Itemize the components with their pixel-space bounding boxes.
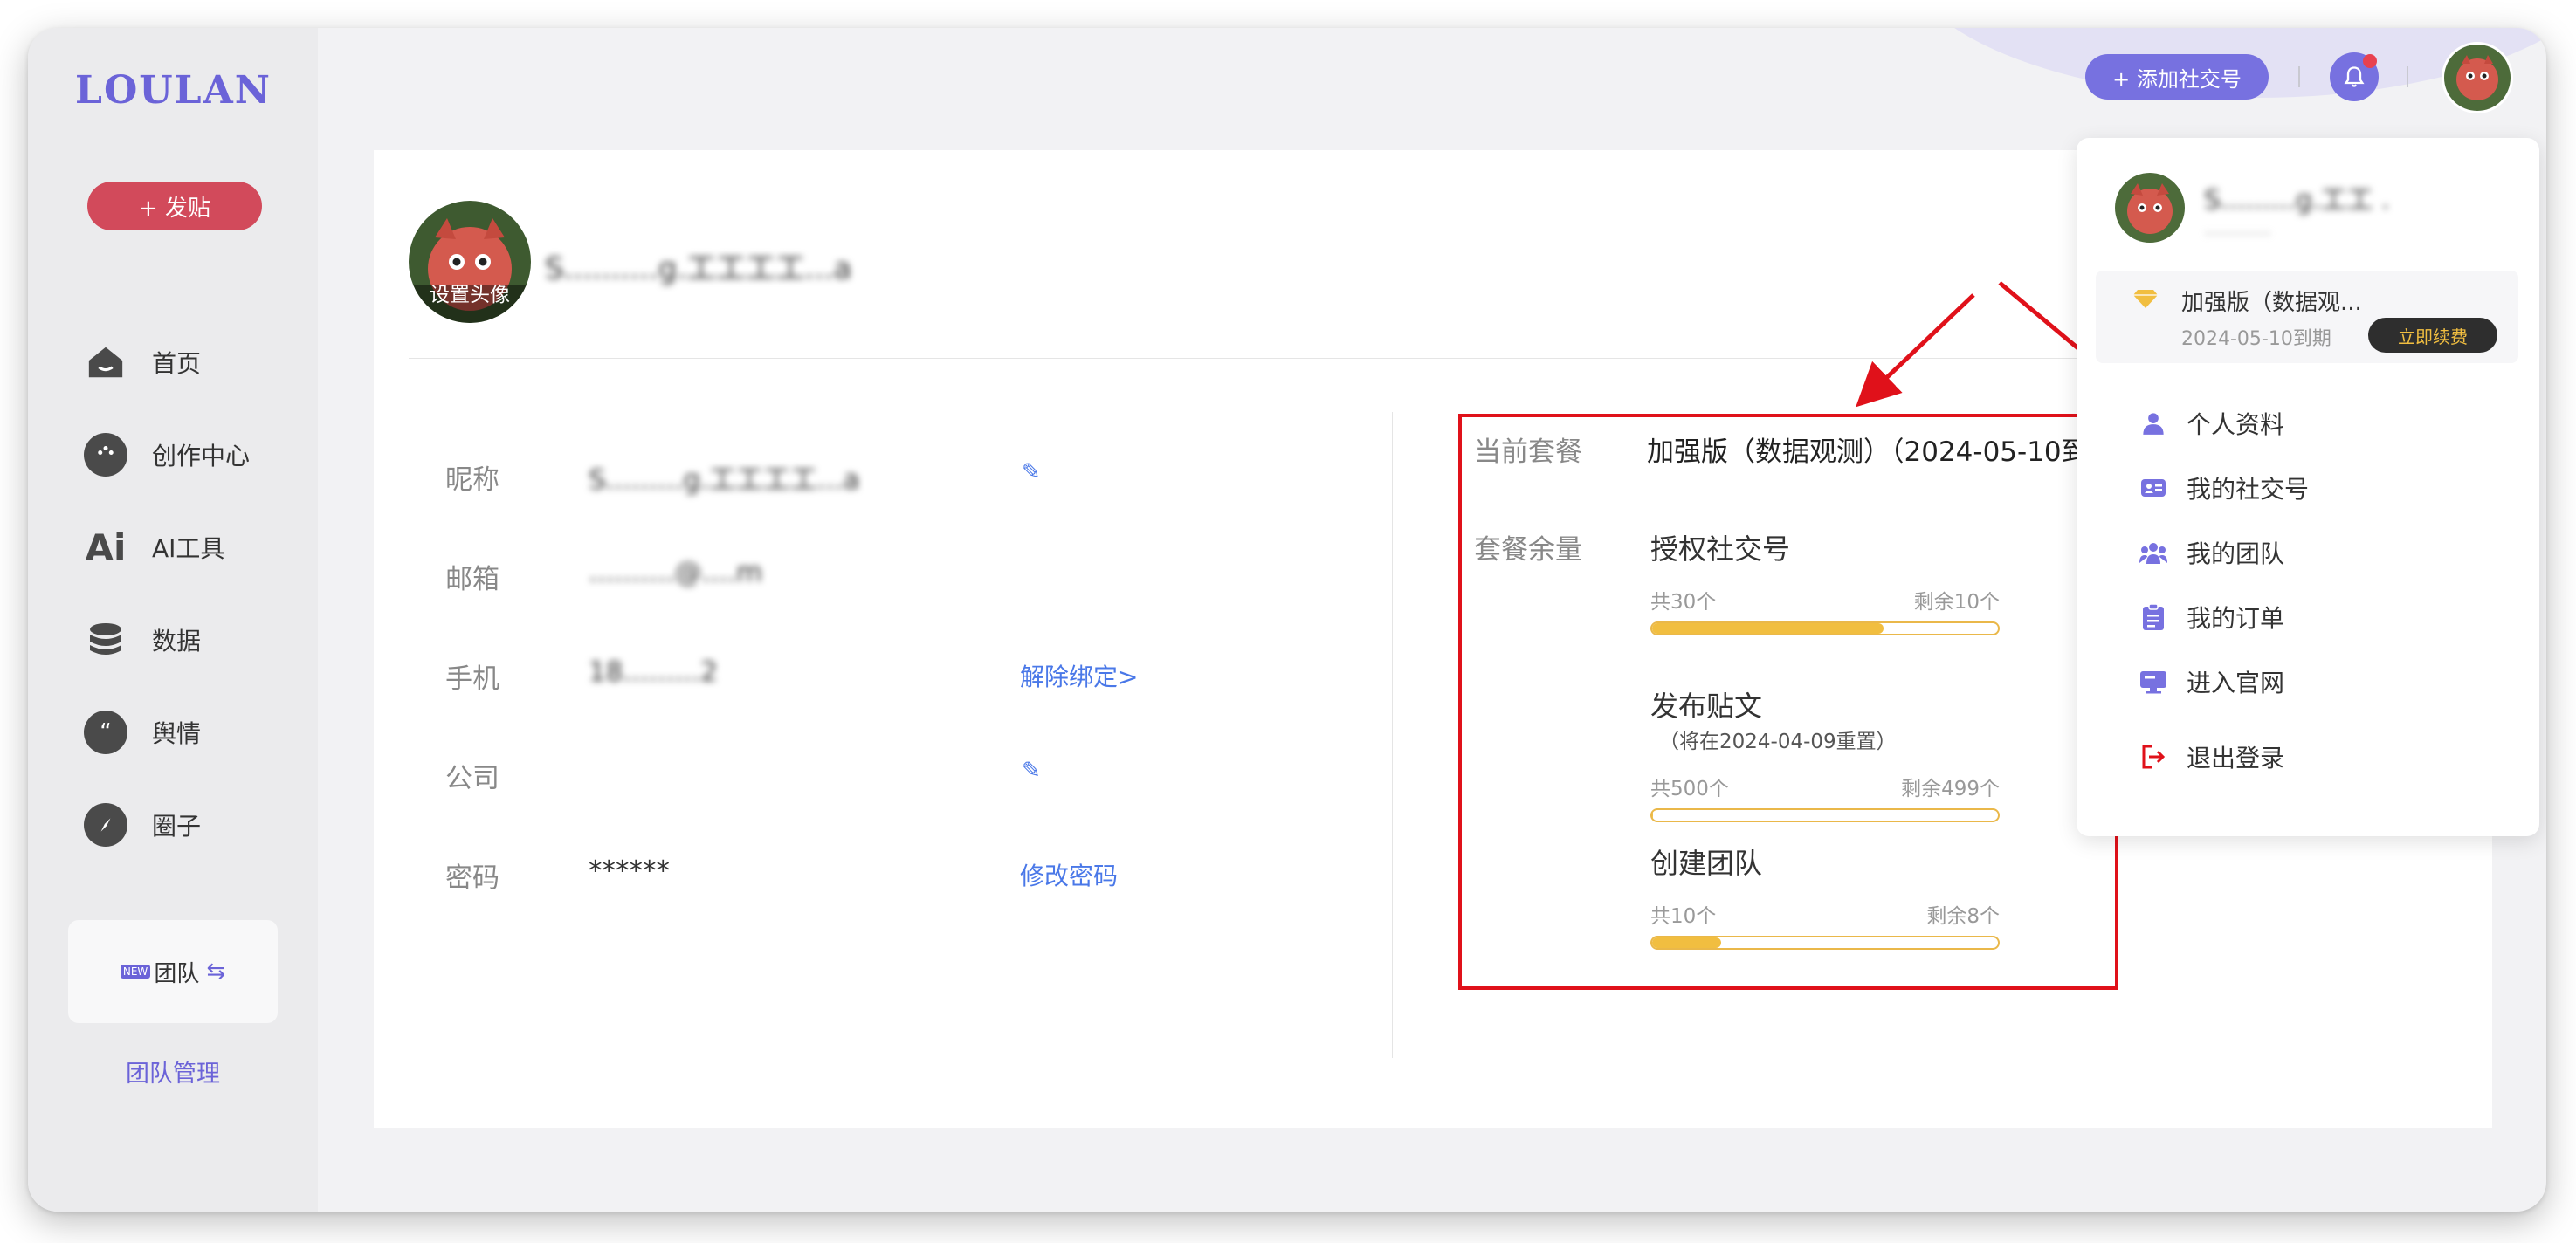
menu-item-team[interactable]: 我的团队: [2139, 520, 2309, 585]
id-card-icon: [2139, 474, 2167, 502]
plan-expiry: 2024-05-10到期: [2181, 328, 2331, 350]
app-window: LOULAN + 发贴 首页 创作中心 Ai AI工具 数据 “ 舆情 圈子 N…: [28, 28, 2546, 1212]
menu-item-label: 退出登录: [2187, 744, 2285, 773]
dropdown-username: S.........g.工工 .: [2204, 185, 2390, 216]
menu-item-profile[interactable]: 个人资料: [2139, 391, 2309, 456]
avatar: [2115, 173, 2185, 243]
menu-item-label: 进入官网: [2187, 669, 2285, 697]
renew-button[interactable]: 立即续费: [2368, 318, 2497, 353]
dropdown-email: ...........: [2204, 218, 2271, 240]
plan-card: 加强版（数据观... 2024-05-10到期 立即续费: [2096, 271, 2518, 363]
user-dropdown: S.........g.工工 . ........... 加强版（数据观... …: [2077, 138, 2539, 836]
clipboard-icon: [2139, 603, 2167, 631]
monitor-icon: [2139, 668, 2167, 696]
menu-item-website[interactable]: 进入官网: [2139, 649, 2309, 714]
diamond-icon: [2132, 288, 2159, 309]
dropdown-menu: 个人资料 我的社交号 我的团队 我的订单 进入官网 退出登录: [2139, 391, 2309, 789]
menu-item-orders[interactable]: 我的订单: [2139, 585, 2309, 649]
plan-name: 加强版（数据观...: [2181, 290, 2362, 316]
arrow-to-package: [1856, 293, 1975, 408]
user-icon: [2139, 409, 2167, 437]
menu-item-logout[interactable]: 退出登录: [2139, 725, 2309, 789]
menu-item-label: 我的社交号: [2187, 475, 2310, 504]
menu-item-label: 我的订单: [2187, 604, 2285, 633]
menu-item-social-accounts[interactable]: 我的社交号: [2139, 456, 2309, 520]
team-icon: [2139, 539, 2167, 567]
logout-icon: [2139, 743, 2167, 771]
menu-item-label: 个人资料: [2187, 410, 2285, 439]
menu-item-label: 我的团队: [2187, 539, 2285, 568]
